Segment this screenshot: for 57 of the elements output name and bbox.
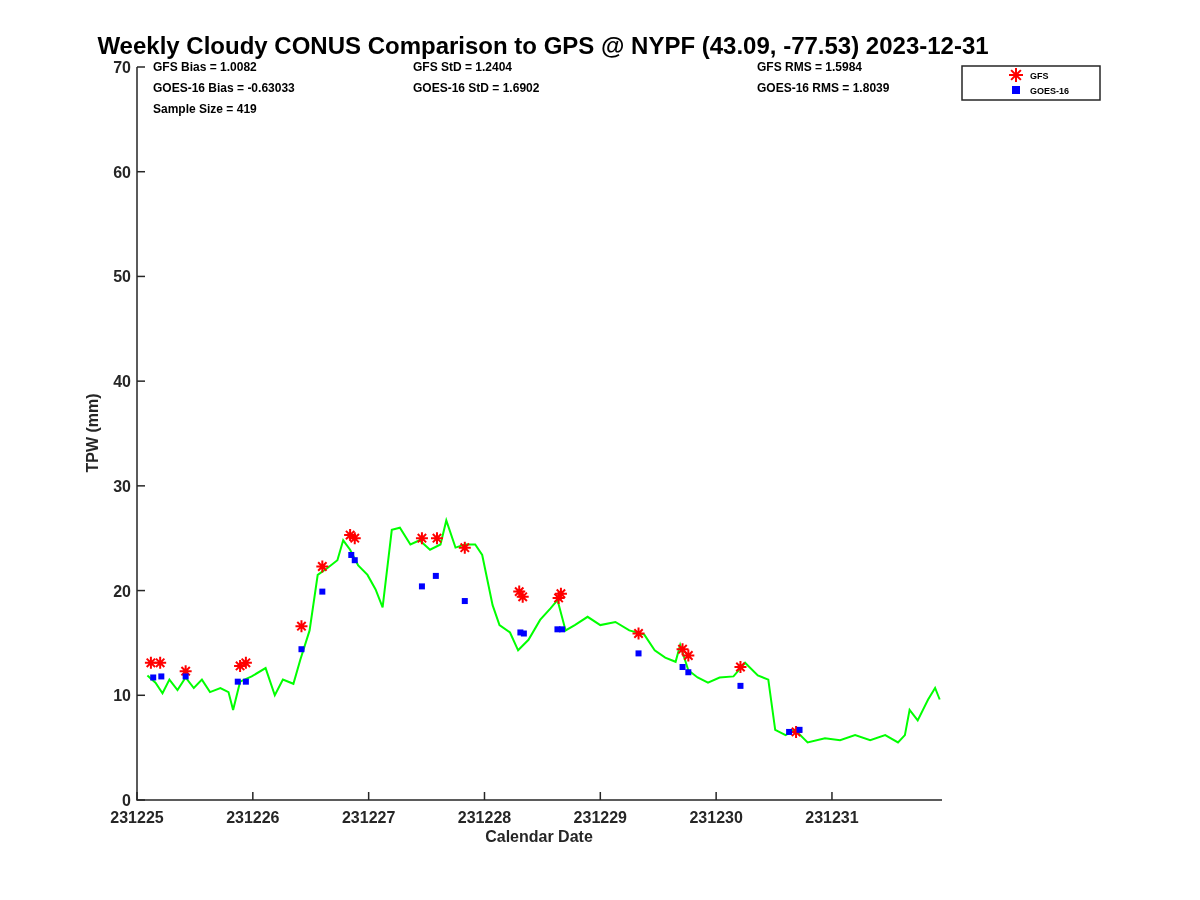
y-tick-label: 0 bbox=[122, 792, 131, 809]
asterisk-marker bbox=[515, 589, 530, 604]
x-tick-label: 231228 bbox=[457, 809, 512, 826]
square-marker bbox=[182, 673, 189, 680]
asterisk-marker bbox=[347, 531, 362, 546]
asterisk-marker bbox=[789, 724, 804, 739]
y-tick-label: 40 bbox=[113, 373, 131, 391]
square-marker bbox=[418, 583, 425, 590]
asterisk-marker bbox=[294, 619, 309, 634]
x-tick-label: 231227 bbox=[341, 809, 396, 826]
asterisk-marker bbox=[233, 658, 248, 673]
square-marker bbox=[432, 572, 439, 579]
asterisk-marker bbox=[675, 642, 690, 657]
asterisk-marker bbox=[143, 655, 158, 670]
y-tick-label: 60 bbox=[113, 163, 131, 181]
asterisk-marker bbox=[681, 648, 696, 663]
square-marker bbox=[796, 726, 803, 733]
asterisk-marker bbox=[457, 540, 472, 555]
asterisk-marker bbox=[631, 626, 646, 641]
x-tick-label: 231225 bbox=[110, 809, 164, 826]
x-tick-label: 231226 bbox=[226, 809, 280, 826]
asterisk-marker bbox=[512, 584, 527, 599]
y-tick-label: 10 bbox=[113, 687, 131, 705]
x-tick-label: 231230 bbox=[689, 809, 743, 826]
asterisk-marker bbox=[153, 655, 168, 670]
chart-title: Weekly Cloudy CONUS Comparison to GPS @ NYPF (43.09, -77.53) 2023-12-31 bbox=[97, 32, 989, 59]
square-marker bbox=[786, 728, 793, 735]
asterisk-marker bbox=[553, 586, 568, 601]
statistic-text: GFS RMS = 1.5984 bbox=[757, 60, 863, 74]
y-tick-label: 70 bbox=[113, 59, 131, 76]
statistic-text: GOES-16 Bias = -0.63033 bbox=[153, 81, 295, 95]
statistic-text: Sample Size = 419 bbox=[153, 102, 257, 116]
square-marker bbox=[461, 598, 468, 605]
y-axis-label: TPW (mm) bbox=[84, 393, 101, 473]
x-tick-label: 231231 bbox=[805, 809, 859, 826]
square-marker bbox=[298, 646, 305, 653]
y-tick-label: 50 bbox=[113, 268, 131, 286]
y-tick-label: 20 bbox=[113, 582, 131, 600]
statistic-text: GFS StD = 1.2404 bbox=[413, 60, 513, 74]
asterisk-marker bbox=[238, 655, 253, 670]
statistic-text: GOES-16 StD = 1.6902 bbox=[413, 81, 540, 95]
legend-label: GOES-16 bbox=[1030, 86, 1069, 96]
asterisk-marker bbox=[430, 531, 444, 546]
asterisk-marker bbox=[315, 559, 330, 574]
square-marker bbox=[319, 588, 326, 595]
legend-label: GFS bbox=[1030, 71, 1049, 81]
x-axis-label: Calendar Date bbox=[485, 828, 593, 845]
x-tick-label: 231229 bbox=[573, 809, 627, 826]
asterisk-marker bbox=[343, 528, 358, 543]
square-marker bbox=[635, 650, 642, 657]
asterisk-marker bbox=[178, 664, 193, 679]
asterisk-marker bbox=[733, 660, 748, 674]
statistic-text: GOES-16 RMS = 1.8039 bbox=[757, 81, 890, 95]
statistic-text: GFS Bias = 1.0082 bbox=[153, 60, 257, 74]
y-tick-label: 30 bbox=[113, 477, 131, 495]
asterisk-marker bbox=[414, 531, 429, 546]
square-marker bbox=[737, 682, 744, 689]
